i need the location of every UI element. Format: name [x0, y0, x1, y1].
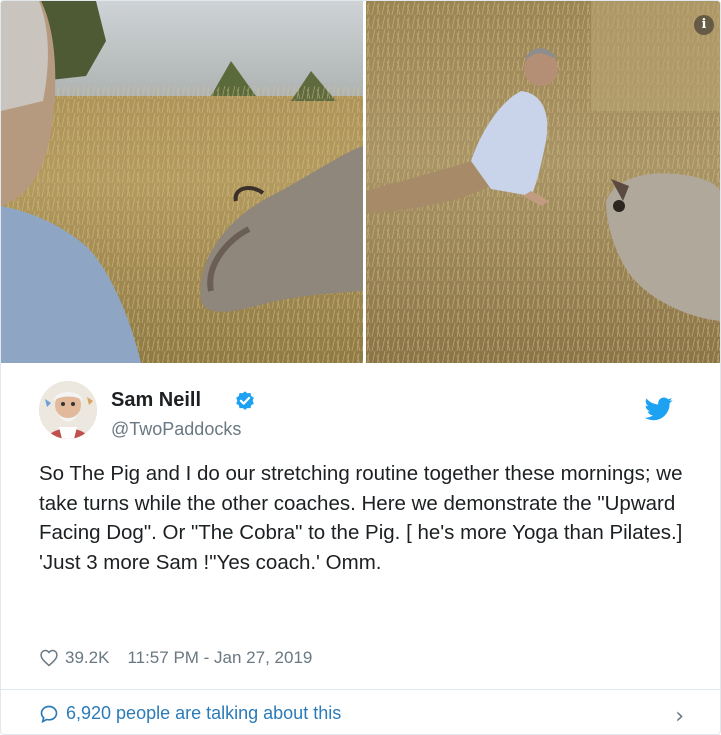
- chevron-right-icon[interactable]: ›: [675, 704, 684, 729]
- tweet-photos[interactable]: i: [1, 1, 721, 363]
- photo-right[interactable]: [366, 1, 721, 363]
- tweet-meta: 39.2K 11:57 PM - Jan 27, 2019: [39, 645, 312, 671]
- author-name[interactable]: Sam Neill: [111, 389, 201, 412]
- tweet-timestamp[interactable]: 11:57 PM - Jan 27, 2019: [127, 648, 312, 668]
- conversation-link[interactable]: 6,920 people are talking about this: [39, 703, 341, 724]
- photo-left[interactable]: [1, 1, 363, 363]
- divider: [1, 689, 720, 690]
- speech-bubble-icon: [40, 705, 58, 723]
- twitter-bird-icon[interactable]: [645, 397, 673, 421]
- heart-icon[interactable]: [39, 648, 59, 668]
- tweet-author[interactable]: Sam Neill @TwoPaddocks: [39, 381, 699, 445]
- conversation-label[interactable]: 6,920 people are talking about this: [66, 703, 341, 724]
- author-handle[interactable]: @TwoPaddocks: [111, 419, 241, 440]
- verified-badge-icon: [236, 391, 254, 410]
- tweet-text: So The Pig and I do our stretching routi…: [39, 462, 683, 574]
- like-count[interactable]: 39.2K: [65, 648, 109, 668]
- photo-grid[interactable]: [1, 1, 721, 363]
- avatar[interactable]: [39, 381, 97, 439]
- tweet-card[interactable]: i Sam Neill @TwoPaddocks So The Pig and …: [0, 0, 721, 735]
- info-icon[interactable]: i: [694, 15, 714, 35]
